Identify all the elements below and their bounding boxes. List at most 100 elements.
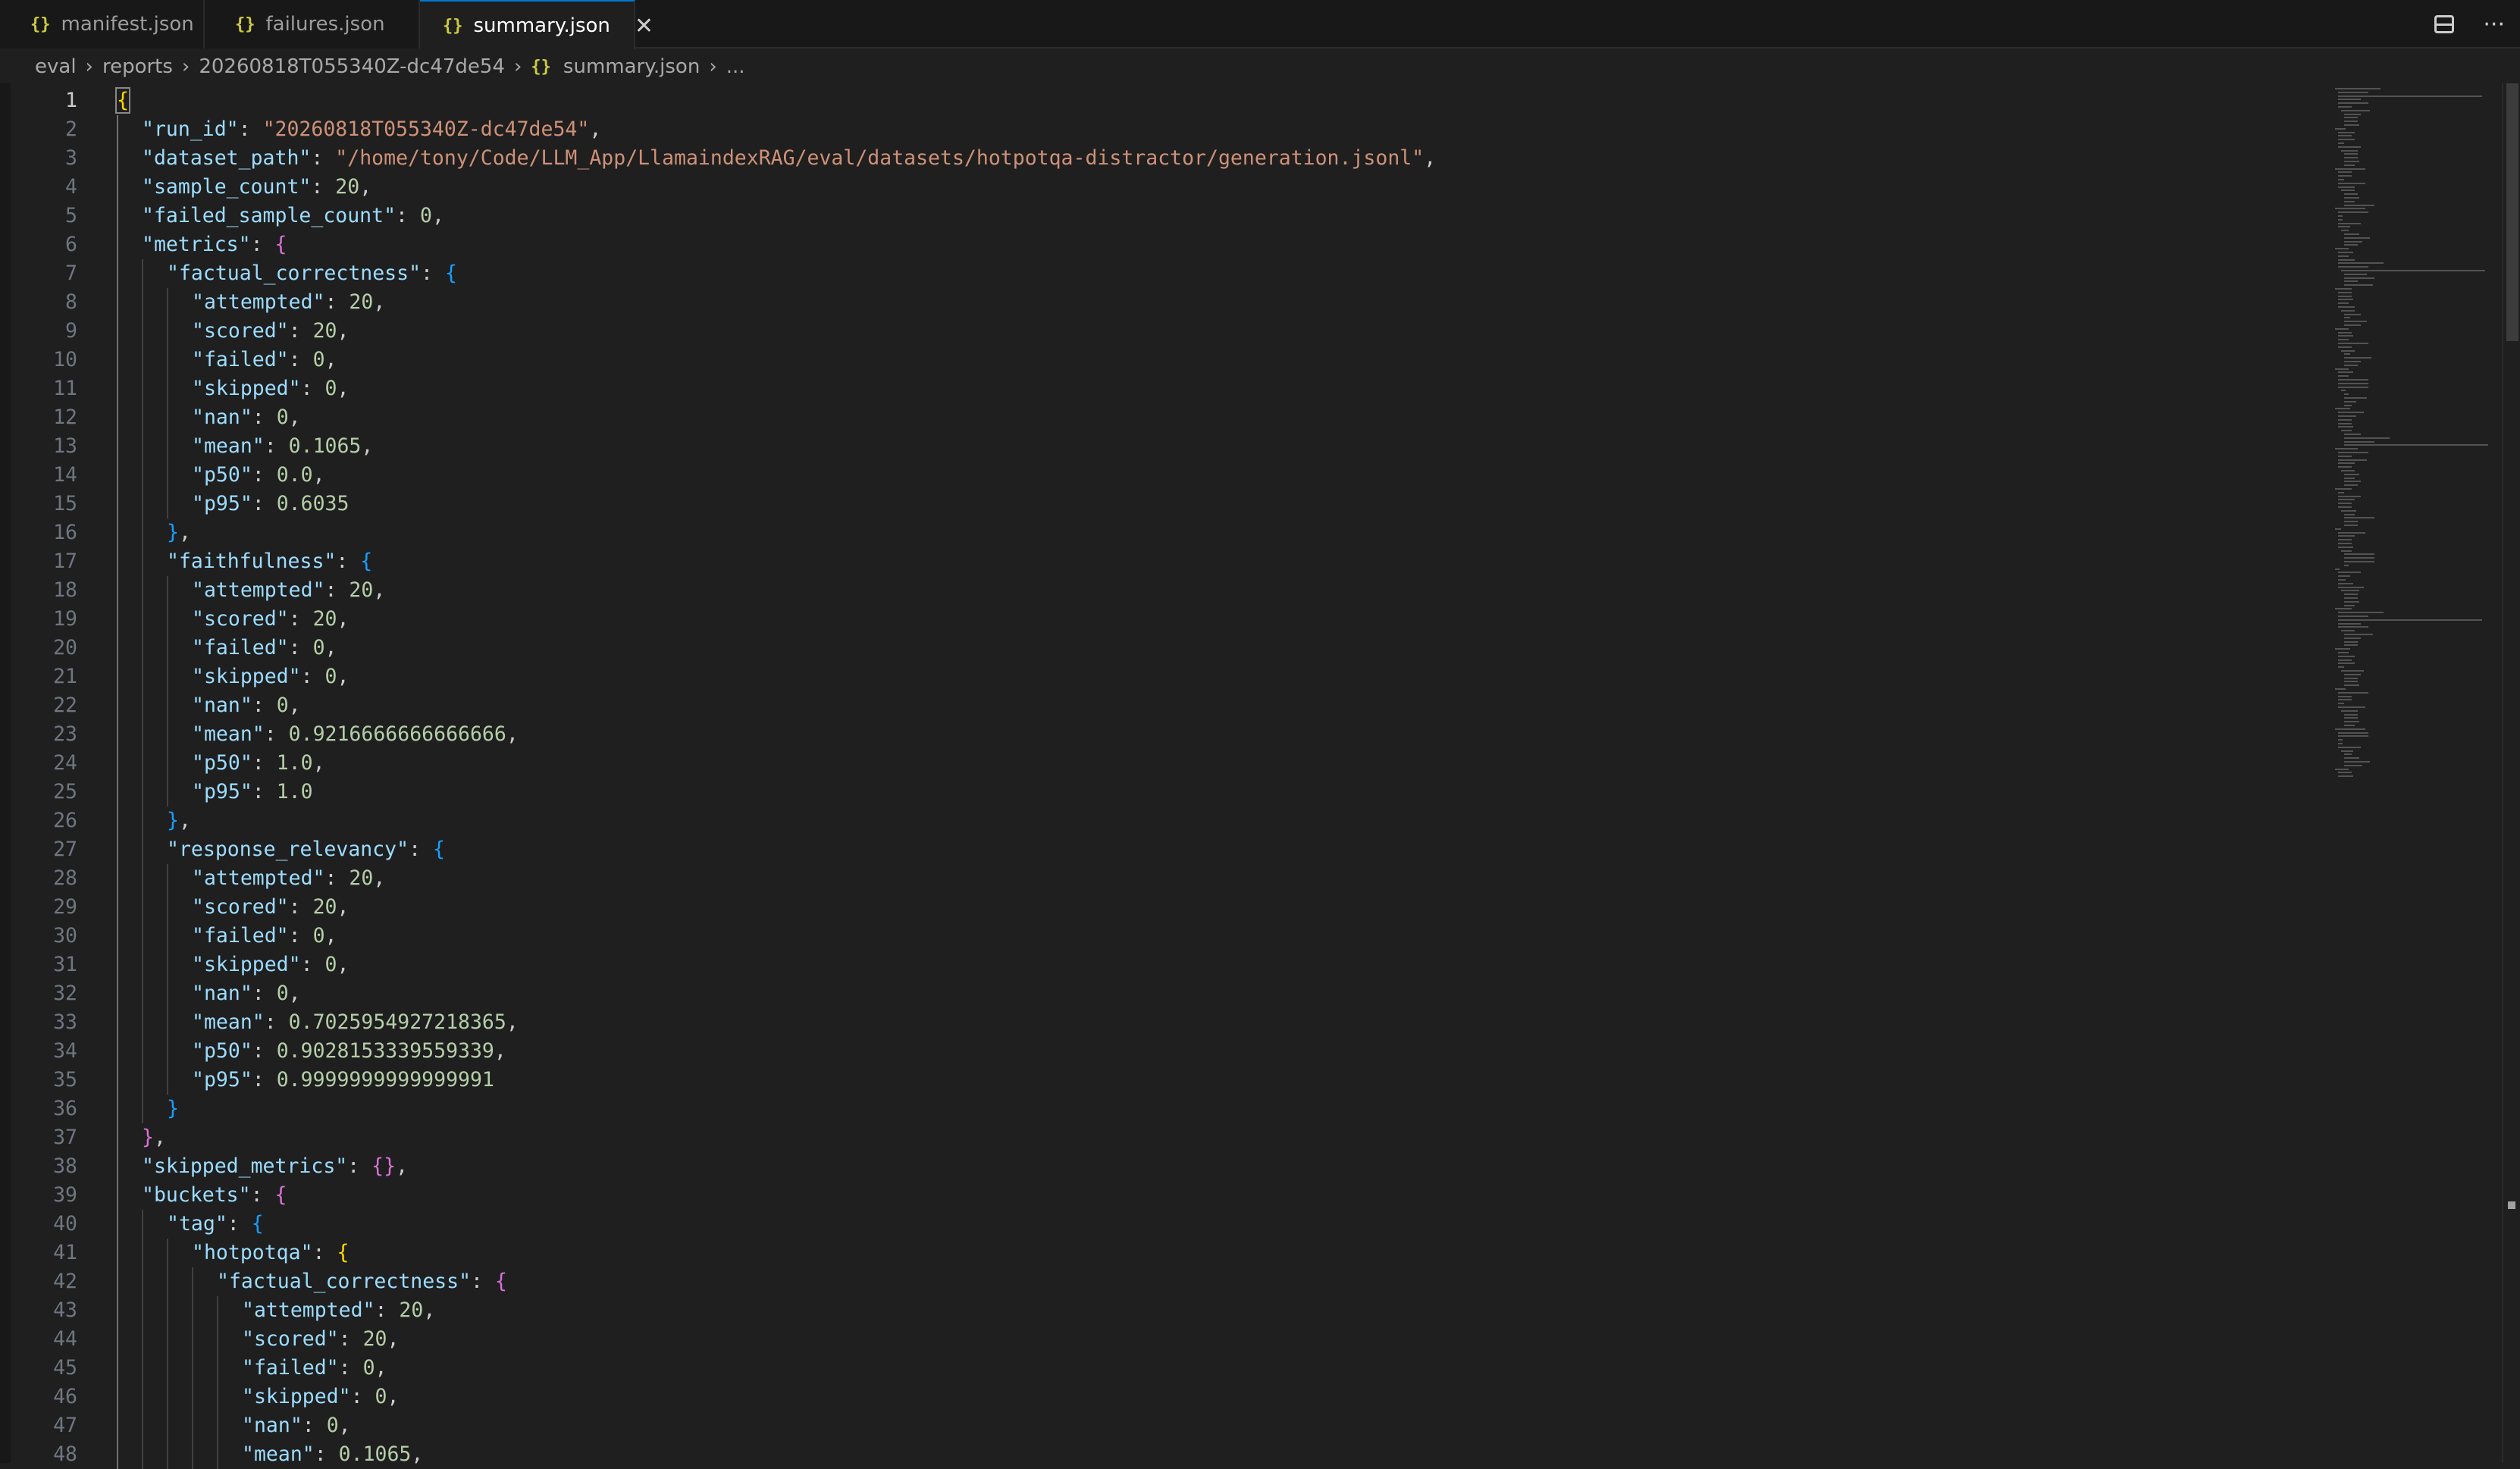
code-text: "dataset_path": "/home/tony/Code/LLM_App… [142,144,1436,173]
indent-guide [117,374,118,403]
minimap[interactable] [2320,83,2494,1463]
more-actions-icon[interactable]: ··· [2483,11,2505,38]
code-line[interactable]: 1{ [0,86,2320,115]
code-line[interactable]: 39 "buckets": { [0,1181,2320,1210]
code-line[interactable]: 27 "response_relevancy": { [0,835,2320,864]
tab-failures-json[interactable]: {} failures.json [205,0,420,49]
json-file-icon: {} [235,14,255,34]
code-token: } [167,521,179,544]
toggle-panel-icon[interactable] [2434,15,2455,33]
minimap-line [2338,343,2368,344]
code-line[interactable]: 32 "nan": 0, [0,979,2320,1008]
minimap-line [2338,746,2361,748]
code-line[interactable]: 34 "p50": 0.9028153339559339, [0,1037,2320,1066]
code-line[interactable]: 17 "faithfulness": { [0,547,2320,576]
code-line[interactable]: 8 "attempted": 20, [0,288,2320,317]
indent-guide [117,1296,118,1325]
code-line[interactable]: 18 "attempted": 20, [0,576,2320,605]
code-line[interactable]: 30 "failed": 0, [0,922,2320,951]
code-line[interactable]: 7 "factual_correctness": { [0,259,2320,288]
minimap-line [2335,368,2349,370]
code-token: 0 [375,1385,387,1408]
code-line[interactable]: 36} [0,1095,2320,1123]
code-line[interactable]: 35 "p95": 0.9999999999999991 [0,1066,2320,1095]
breadcrumb-item[interactable]: reports [102,55,173,78]
indent-guide [117,576,118,605]
code-line[interactable]: 25 "p95": 1.0 [0,778,2320,807]
indent-guide [167,749,168,778]
close-icon[interactable]: ✕ [635,13,654,39]
code-line[interactable]: 9 "scored": 20, [0,317,2320,346]
code-line[interactable]: 37}, [0,1123,2320,1152]
code-line[interactable]: 20 "failed": 0, [0,634,2320,662]
code-line[interactable]: 3 "dataset_path": "/home/tony/Code/LLM_Ap… [0,144,2320,173]
code-line[interactable]: 43 "attempted": 20, [0,1296,2320,1325]
code-line[interactable]: 42 "factual_correctness": { [0,1267,2320,1296]
code-token: , [153,1126,166,1149]
code-line[interactable]: 10 "failed": 0, [0,346,2320,374]
breadcrumb-item[interactable]: 20260818T055340Z-dc47de54 [199,55,505,78]
minimap-line [2338,612,2384,614]
code-line[interactable]: 6 "metrics": { [0,230,2320,259]
code-token: "skipped_metrics" [142,1154,348,1178]
code-line[interactable]: 40 "tag": { [0,1210,2320,1239]
code-line[interactable]: 31 "skipped": 0, [0,951,2320,979]
line-number: 30 [53,924,77,947]
vertical-scrollbar[interactable] [2502,83,2520,1463]
indent-guide [167,864,168,893]
code-line[interactable]: 38 "skipped_metrics": {}, [0,1152,2320,1181]
scrollbar-thumb[interactable] [2506,83,2518,341]
code-line[interactable]: 4 "sample_count": 20, [0,173,2320,202]
code-line[interactable]: 47 "nan": 0, [0,1411,2320,1440]
code-line[interactable]: 11 "skipped": 0, [0,374,2320,403]
minimap-line [2338,735,2368,738]
code-token: : [300,953,325,976]
code-line[interactable]: 2 "run_id": "20260818T055340Z-dc47de54", [0,115,2320,144]
indent-guide [167,1354,168,1383]
code-line[interactable]: 5 "failed_sample_count": 0, [0,202,2320,230]
code-token: , [396,1154,409,1178]
tab-manifest-json[interactable]: {} manifest.json [0,0,205,49]
code-token: : [252,1068,277,1092]
indent-guide [217,1411,218,1440]
code-line[interactable]: 24 "p50": 1.0, [0,749,2320,778]
code-token: "p50" [192,751,252,775]
tab-summary-json[interactable]: {} summary.json ✕ [420,0,654,50]
code-token: { [274,233,287,256]
indent-guide [167,893,168,922]
code-line[interactable]: 44 "scored": 20, [0,1325,2320,1354]
code-line[interactable]: 15 "p95": 0.6035 [0,490,2320,518]
indent-guide [217,1325,218,1354]
code-line[interactable]: 41 "hotpotqa": { [0,1239,2320,1267]
minimap-line [2341,550,2352,552]
indent-guide [117,922,118,951]
code-line[interactable]: 21 "skipped": 0, [0,662,2320,691]
code-line[interactable]: 26}, [0,807,2320,835]
code-editor[interactable]: 1{2 "run_id": "20260818T055340Z-dc47de54"… [0,83,2520,1469]
breadcrumb-item[interactable]: eval [35,55,77,78]
indent-guide [142,691,143,720]
breadcrumb-symbol[interactable]: ... [726,55,745,78]
code-line[interactable]: 14 "p50": 0.0, [0,461,2320,490]
code-token: { [274,1183,287,1207]
code-line[interactable]: 33 "mean": 0.7025954927218365, [0,1008,2320,1037]
code-line[interactable]: 19 "scored": 20, [0,605,2320,634]
code-line[interactable]: 29 "scored": 20, [0,893,2320,922]
code-line[interactable]: 16}, [0,518,2320,547]
breadcrumb-file[interactable]: summary.json [563,55,700,78]
code-line[interactable]: 23 "mean": 0.9216666666666666, [0,720,2320,749]
indent-guide [142,1239,143,1267]
code-token: "p50" [192,1039,252,1063]
code-line[interactable]: 13 "mean": 0.1065, [0,432,2320,461]
code-line[interactable]: 28 "attempted": 20, [0,864,2320,893]
code-line[interactable]: 45 "failed": 0, [0,1354,2320,1383]
minimap-line [2344,393,2349,396]
code-line[interactable]: 46 "skipped": 0, [0,1383,2320,1411]
line-number: 5 [65,204,77,227]
code-token: 20 [312,607,337,631]
code-line[interactable]: 22 "nan": 0, [0,691,2320,720]
code-line[interactable]: 12 "nan": 0, [0,403,2320,432]
indent-guide [167,317,168,346]
code-line[interactable]: 48 "mean": 0.1065, [0,1440,2320,1469]
code-token: "nan" [242,1414,302,1437]
